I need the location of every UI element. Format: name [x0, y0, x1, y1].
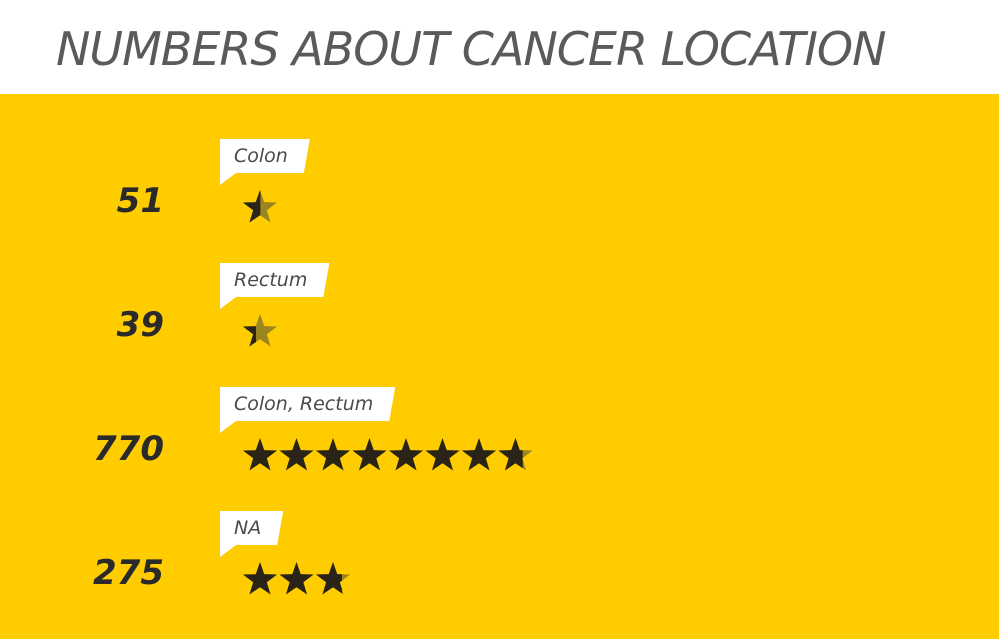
star-icon: [388, 438, 424, 471]
star-filled-part: [279, 438, 314, 471]
star-icon: [315, 562, 351, 595]
star-icon: [242, 438, 278, 471]
star-filled-part: [388, 438, 424, 471]
category-row: Colon 51: [0, 139, 999, 263]
star-rating: [242, 314, 278, 347]
chart-panel: Colon 51 Rectum 39 Colon, Rectum 770 NA 275: [0, 94, 999, 639]
star-rating: [242, 438, 533, 471]
star-icon: [425, 438, 460, 471]
star-icon: [461, 438, 497, 471]
star-filled-part: [242, 438, 278, 471]
star-icon: [498, 438, 533, 471]
star-filled-part: [461, 438, 497, 471]
star-icon: [242, 562, 278, 595]
star-rating: [242, 190, 278, 223]
star-icon: [315, 438, 351, 471]
star-filled-part: [425, 438, 460, 471]
star-icon: [242, 190, 278, 223]
star-icon: [352, 438, 387, 471]
star-rating: [242, 562, 351, 595]
star-icon: [279, 438, 314, 471]
star-filled-part: [352, 438, 387, 471]
star-filled-part: [279, 562, 314, 595]
chart-title: NUMBERS ABOUT CANCER LOCATION: [56, 22, 887, 76]
star-filled-part: [315, 438, 351, 471]
category-row: Colon, Rectum 770: [0, 387, 999, 511]
category-row: Rectum 39: [0, 263, 999, 387]
star-icon: [279, 562, 314, 595]
star-filled-part: [242, 562, 278, 595]
star-icon: [242, 314, 278, 347]
category-row: NA 275: [0, 511, 999, 635]
